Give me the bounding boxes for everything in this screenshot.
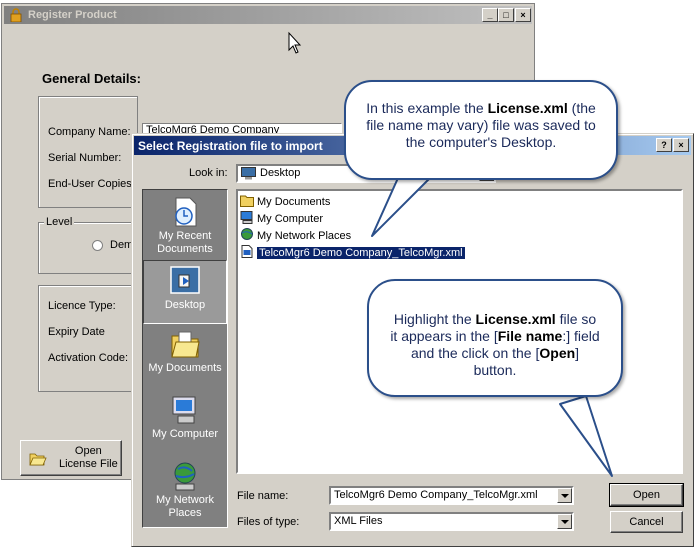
open-license-file-button[interactable]: Open License File <box>20 440 122 476</box>
folder-open-icon <box>29 453 47 466</box>
place-label-1a: My Recent <box>158 230 212 242</box>
files-of-type-label: Files of type: <box>237 516 300 528</box>
files-of-type-dropdown-button[interactable] <box>557 514 572 529</box>
file-name-dropdown-button[interactable] <box>557 488 572 503</box>
callout-desktop-info: In this example the License.xml (the fil… <box>344 80 618 180</box>
register-window-title: Register Product <box>28 9 117 21</box>
my-documents-icon <box>171 331 200 358</box>
demo-radio[interactable] <box>92 240 103 251</box>
maximize-button[interactable]: □ <box>498 8 514 22</box>
end-user-copies-label: End-User Copies: <box>48 178 135 190</box>
places-bar: My Recent Documents Desktop My Documents <box>142 189 228 528</box>
computer-icon <box>240 211 253 224</box>
company-name-label: Company Name: <box>48 126 131 138</box>
demo-radio-label: Dem <box>110 239 134 251</box>
callout-bottom-bold-3: Open <box>539 345 576 361</box>
place-desktop[interactable]: Desktop <box>143 260 227 324</box>
place-label-2: Desktop <box>164 299 206 311</box>
desktop-place-icon <box>170 266 200 294</box>
serial-number-label: Serial Number: <box>48 152 122 164</box>
general-details-heading: General Details: <box>42 71 141 86</box>
open-license-line1: Open <box>74 445 102 457</box>
file-item-my-documents[interactable]: My Documents <box>240 194 330 210</box>
file-item-label: My Network Places <box>257 230 352 242</box>
file-item-telcomgr-xml[interactable]: TelcoMgr6 Demo Company_TelcoMgr.xml <box>240 245 465 261</box>
callout-bottom-bold-1: License.xml <box>475 311 556 327</box>
level-caption: Level <box>44 216 75 228</box>
activation-code-label: Activation Code: <box>48 352 129 364</box>
callout-top-text-1: In this example the <box>366 100 488 116</box>
files-of-type-value: XML Files <box>334 515 383 527</box>
open-license-line2: License File <box>59 458 118 470</box>
place-label-5a: My Network <box>155 494 215 506</box>
file-name-value: TelcoMgr6 Demo Company_TelcoMgr.xml <box>334 489 538 501</box>
xml-file-icon <box>241 245 253 258</box>
folder-icon <box>240 195 254 207</box>
dialog-title: Select Registration file to import <box>138 139 323 153</box>
licence-type-label: Licence Type: <box>48 300 116 312</box>
place-label-1b: Documents <box>157 243 213 255</box>
look-in-value: Desktop <box>260 167 301 179</box>
callout-bottom-bold-2: File name <box>497 328 563 344</box>
file-item-label: TelcoMgr6 Demo Company_TelcoMgr.xml <box>257 247 465 259</box>
recent-documents-icon <box>175 197 197 227</box>
callout-top-bold-1: License.xml <box>487 100 568 116</box>
cancel-button[interactable]: Cancel <box>610 511 683 533</box>
place-label-4: My Computer <box>151 428 219 440</box>
help-button[interactable]: ? <box>656 138 672 152</box>
open-button[interactable]: Open <box>609 483 684 507</box>
file-name-label: File name: <box>237 490 289 502</box>
dialog-close-button[interactable]: × <box>673 138 689 152</box>
place-label-5b: Places <box>168 507 202 519</box>
minimize-button[interactable]: _ <box>482 8 498 22</box>
look-in-label: Look in: <box>189 167 228 179</box>
place-my-documents[interactable]: My Documents <box>143 328 227 390</box>
lock-icon <box>10 8 22 22</box>
register-title-bar[interactable]: Register Product _ □ × <box>4 6 532 24</box>
place-label-3: My Documents <box>148 362 222 374</box>
network-places-icon <box>174 462 196 491</box>
file-item-label: My Computer <box>257 213 324 225</box>
globe-icon <box>241 228 253 240</box>
expiry-date-label: Expiry Date <box>48 326 105 338</box>
place-my-network-places[interactable]: My Network Places <box>143 460 227 524</box>
desktop-icon <box>241 167 256 180</box>
callout-highlight-instructions: Highlight the License.xml file so it app… <box>367 279 623 397</box>
close-button[interactable]: × <box>515 8 531 22</box>
file-name-field[interactable]: TelcoMgr6 Demo Company_TelcoMgr.xml <box>329 486 574 505</box>
file-item-label: My Documents <box>257 196 331 208</box>
place-my-recent-documents[interactable]: My Recent Documents <box>143 196 227 258</box>
callout-bottom-text-1: Highlight the <box>393 311 476 327</box>
file-item-my-computer[interactable]: My Computer <box>240 211 323 227</box>
file-item-my-network-places[interactable]: My Network Places <box>240 228 351 244</box>
place-my-computer[interactable]: My Computer <box>143 394 227 456</box>
files-of-type-select[interactable]: XML Files <box>329 512 574 531</box>
my-computer-icon <box>172 396 196 424</box>
